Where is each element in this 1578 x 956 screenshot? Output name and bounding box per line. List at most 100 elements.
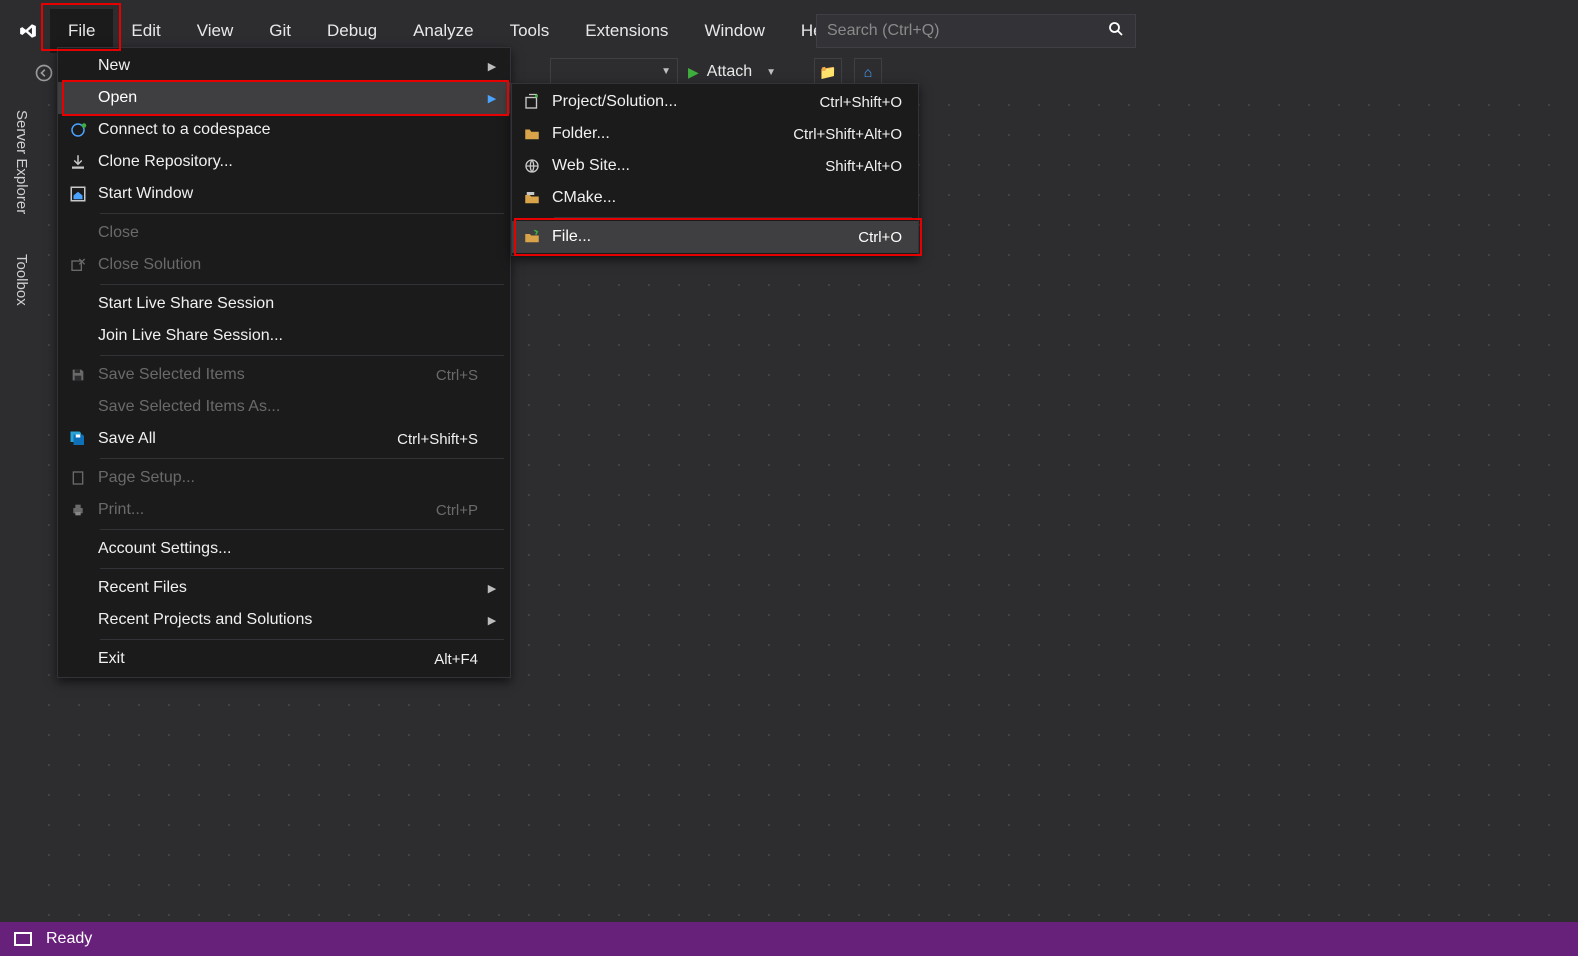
menu-window[interactable]: Window bbox=[686, 9, 782, 53]
menu-item-label: Recent Files bbox=[98, 579, 484, 597]
menu-item-label: Recent Projects and Solutions bbox=[98, 611, 484, 629]
submenu-arrow-icon: ▶ bbox=[484, 614, 500, 627]
menu-separator bbox=[100, 355, 504, 356]
file-menu-item: Close Solution bbox=[58, 249, 510, 281]
menu-item-shortcut: Alt+F4 bbox=[434, 651, 478, 668]
file-menu-item[interactable]: Recent Projects and Solutions▶ bbox=[58, 604, 510, 636]
open-menu-item[interactable]: Web Site...Shift+Alt+O bbox=[512, 150, 918, 182]
print-icon bbox=[58, 502, 98, 518]
project-icon bbox=[512, 93, 552, 111]
close-solution-icon bbox=[58, 257, 98, 273]
toolbar bbox=[34, 60, 54, 90]
file-menu-item[interactable]: Open▶ bbox=[58, 82, 510, 114]
menu-item-label: Close bbox=[98, 224, 484, 242]
menu-item-label: Open bbox=[98, 89, 484, 107]
open-menu-item[interactable]: Project/Solution...Ctrl+Shift+O bbox=[512, 86, 918, 118]
file-menu-item[interactable]: Start Window bbox=[58, 178, 510, 210]
menu-separator bbox=[100, 213, 504, 214]
server-explorer-tab[interactable]: Server Explorer bbox=[4, 104, 30, 220]
toolbox-tab[interactable]: Toolbox bbox=[4, 248, 30, 312]
menu-item-label: Start Window bbox=[98, 185, 484, 203]
menu-item-shortcut: Shift+Alt+O bbox=[825, 158, 902, 175]
menu-item-shortcut: Ctrl+P bbox=[436, 502, 478, 519]
file-menu-item: Save Selected ItemsCtrl+S bbox=[58, 359, 510, 391]
menu-item-label: Project/Solution... bbox=[552, 93, 819, 111]
config-dropdown[interactable]: ▼ bbox=[550, 58, 678, 84]
web-icon bbox=[512, 157, 552, 175]
menu-item-label: Save All bbox=[98, 430, 397, 448]
submenu-arrow-icon: ▶ bbox=[484, 582, 500, 595]
status-ready: Ready bbox=[46, 930, 92, 948]
file-menu-item[interactable]: New▶ bbox=[58, 50, 510, 82]
menu-item-shortcut: Ctrl+Shift+O bbox=[819, 94, 902, 111]
file-menu-item: Save Selected Items As... bbox=[58, 391, 510, 423]
file-icon bbox=[512, 228, 552, 246]
attach-button[interactable]: ▶ Attach ▼ bbox=[688, 58, 776, 86]
cmake-icon bbox=[512, 189, 552, 207]
menu-item-label: Folder... bbox=[552, 125, 793, 143]
menu-item-shortcut: Ctrl+S bbox=[436, 367, 478, 384]
toolbar-mini: 📁 ⌂ bbox=[814, 58, 882, 86]
page-icon bbox=[58, 470, 98, 486]
file-menu-item: Page Setup... bbox=[58, 462, 510, 494]
file-menu: New▶Open▶Connect to a codespaceClone Rep… bbox=[57, 47, 511, 678]
saveall-icon bbox=[58, 430, 98, 448]
file-menu-item[interactable]: Clone Repository... bbox=[58, 146, 510, 178]
connect-icon bbox=[58, 121, 98, 139]
open-menu-item[interactable]: Folder...Ctrl+Shift+Alt+O bbox=[512, 118, 918, 150]
chevron-down-icon: ▼ bbox=[661, 66, 671, 77]
menu-item-shortcut: Ctrl+Shift+Alt+O bbox=[793, 126, 902, 143]
menu-item-label: CMake... bbox=[552, 189, 908, 207]
file-menu-item[interactable]: ExitAlt+F4 bbox=[58, 643, 510, 675]
back-icon[interactable] bbox=[34, 63, 54, 88]
menu-item-label: Web Site... bbox=[552, 157, 825, 175]
menu-item-label: Start Live Share Session bbox=[98, 295, 484, 313]
attach-label: Attach bbox=[707, 63, 752, 81]
menu-item-label: New bbox=[98, 57, 484, 75]
save-icon bbox=[58, 367, 98, 383]
menu-separator bbox=[100, 639, 504, 640]
menu-item-label: Exit bbox=[98, 650, 434, 668]
menu-item-label: Page Setup... bbox=[98, 469, 484, 487]
file-menu-item[interactable]: Start Live Share Session bbox=[58, 288, 510, 320]
open-menu-item[interactable]: CMake... bbox=[512, 182, 918, 214]
search-placeholder: Search (Ctrl+Q) bbox=[827, 22, 939, 40]
menu-extensions[interactable]: Extensions bbox=[567, 9, 686, 53]
file-menu-item[interactable]: Account Settings... bbox=[58, 533, 510, 565]
submenu-arrow-icon: ▶ bbox=[484, 92, 500, 105]
menu-separator bbox=[554, 217, 912, 218]
play-icon: ▶ bbox=[688, 64, 699, 81]
file-menu-item: Close bbox=[58, 217, 510, 249]
open-submenu: Project/Solution...Ctrl+Shift+OFolder...… bbox=[511, 83, 919, 256]
menu-item-label: Print... bbox=[98, 501, 436, 519]
menu-item-label: Connect to a codespace bbox=[98, 121, 484, 139]
menu-item-label: Close Solution bbox=[98, 256, 484, 274]
search-icon bbox=[1107, 20, 1125, 43]
menu-separator bbox=[100, 568, 504, 569]
chevron-down-icon: ▼ bbox=[766, 67, 776, 78]
search-input[interactable]: Search (Ctrl+Q) bbox=[816, 14, 1136, 48]
status-bar: Ready bbox=[0, 922, 1578, 956]
menu-item-label: File... bbox=[552, 228, 858, 246]
status-rect-icon bbox=[14, 932, 32, 946]
clone-icon bbox=[58, 153, 98, 171]
menu-separator bbox=[100, 529, 504, 530]
file-menu-item[interactable]: Recent Files▶ bbox=[58, 572, 510, 604]
file-menu-item[interactable]: Save AllCtrl+Shift+S bbox=[58, 423, 510, 455]
menu-item-label: Save Selected Items As... bbox=[98, 398, 484, 416]
menu-item-shortcut: Ctrl+O bbox=[858, 229, 902, 246]
file-menu-item[interactable]: Connect to a codespace bbox=[58, 114, 510, 146]
vs-logo-icon bbox=[6, 9, 50, 53]
file-menu-item[interactable]: Join Live Share Session... bbox=[58, 320, 510, 352]
folder-tool-icon[interactable]: 📁 bbox=[814, 58, 842, 86]
menu-item-label: Save Selected Items bbox=[98, 366, 436, 384]
menu-item-label: Clone Repository... bbox=[98, 153, 484, 171]
home-icon bbox=[58, 185, 98, 203]
home-tool-icon[interactable]: ⌂ bbox=[854, 58, 882, 86]
menu-item-label: Join Live Share Session... bbox=[98, 327, 484, 345]
open-menu-item[interactable]: File...Ctrl+O bbox=[512, 221, 918, 253]
menu-item-label: Account Settings... bbox=[98, 540, 484, 558]
file-menu-item: Print...Ctrl+P bbox=[58, 494, 510, 526]
folder-icon bbox=[512, 125, 552, 143]
menu-separator bbox=[100, 284, 504, 285]
